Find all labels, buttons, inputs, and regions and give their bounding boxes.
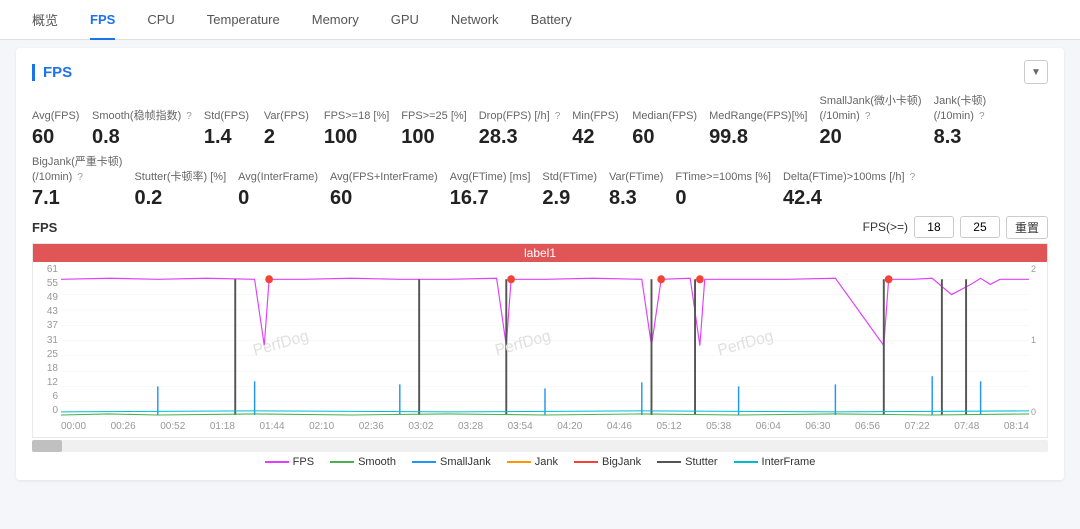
fps-input-18[interactable] [914, 216, 954, 238]
nav-item-gpu[interactable]: GPU [375, 0, 435, 40]
stats-row-1: Avg(FPS) 60 Smooth(稳帧指数) ? 0.8 Std(FPS) … [32, 94, 1048, 149]
main-content: FPS ▼ Avg(FPS) 60 Smooth(稳帧指数) ? 0.8 Std… [0, 40, 1080, 529]
nav-item-fps[interactable]: FPS [74, 0, 131, 40]
fps-reset-button[interactable]: 重置 [1006, 216, 1048, 239]
legend-stutter: Stutter [657, 456, 717, 468]
stat-avg-fps-interframe: Avg(FPS+InterFrame) 60 [330, 170, 450, 209]
legend-interframe: InterFrame [734, 456, 816, 468]
chart-legend: FPS Smooth SmallJank Jank BigJank [32, 456, 1048, 468]
nav-item-battery[interactable]: Battery [515, 0, 588, 40]
stat-std-ftime: Std(FTime) 2.9 [542, 170, 609, 209]
stat-min-fps: Min(FPS) 42 [572, 109, 632, 148]
chart-header: FPS FPS(>=) 重置 [32, 216, 1048, 239]
stat-ftime-100ms: FTime>=100ms [%] 0 [675, 170, 783, 209]
legend-fps-line [265, 461, 289, 463]
chart-title: FPS [32, 220, 57, 235]
stat-median-fps: Median(FPS) 60 [632, 109, 709, 148]
legend-smalljank-line [412, 461, 436, 463]
legend-interframe-line [734, 461, 758, 463]
legend-bigjank-line [574, 461, 598, 463]
stat-smooth: Smooth(稳帧指数) ? 0.8 [92, 109, 204, 148]
legend-fps: FPS [265, 456, 314, 468]
stat-jank: Jank(卡顿)(/10min) ? 8.3 [934, 94, 999, 149]
legend-smooth: Smooth [330, 456, 396, 468]
card-header: FPS ▼ [32, 60, 1048, 84]
stat-avg-ftime: Avg(FTime) [ms] 16.7 [450, 170, 543, 209]
chart-container: label1 61 55 49 43 37 31 25 18 12 6 0 [32, 243, 1048, 438]
y-axis-left: 61 55 49 43 37 31 25 18 12 6 0 [33, 264, 61, 417]
fps-card-title: FPS [32, 64, 72, 81]
nav-item-network[interactable]: Network [435, 0, 515, 40]
stat-avg-fps: Avg(FPS) 60 [32, 109, 92, 148]
stat-fps-18: FPS>=18 [%] 100 [324, 109, 401, 148]
svg-text:PerfDog: PerfDog [716, 327, 775, 359]
stat-drop-fps: Drop(FPS) [/h] ? 28.3 [479, 109, 573, 148]
stat-smalljank: SmallJank(微小卡顿)(/10min) ? 20 [820, 94, 934, 149]
stat-var-fps: Var(FPS) 2 [264, 109, 324, 148]
legend-smalljank: SmallJank [412, 456, 491, 468]
nav-item-cpu[interactable]: CPU [131, 0, 190, 40]
fps-input-25[interactable] [960, 216, 1000, 238]
chart-section: FPS FPS(>=) 重置 label1 61 55 49 [32, 216, 1048, 468]
fps-controls: FPS(>=) 重置 [863, 216, 1048, 239]
legend-bigjank: BigJank [574, 456, 641, 468]
legend-jank: Jank [507, 456, 558, 468]
nav-item-temperature[interactable]: Temperature [191, 0, 296, 40]
stat-var-ftime: Var(FTime) 8.3 [609, 170, 675, 209]
stat-fps-25: FPS>=25 [%] 100 [401, 109, 478, 148]
stat-stutter: Stutter(卡顿率) [%] 0.2 [134, 170, 238, 209]
stat-bigjank: BigJank(严重卡顿)(/10min) ? 7.1 [32, 155, 134, 210]
stat-std-fps: Std(FPS) 1.4 [204, 109, 264, 148]
y-axis-right: 2 1 0 [1029, 264, 1047, 417]
stat-avg-interframe: Avg(InterFrame) 0 [238, 170, 330, 209]
scrollbar-thumb[interactable] [32, 440, 62, 452]
fps-ge-label: FPS(>=) [863, 220, 908, 234]
legend-jank-line [507, 461, 531, 463]
nav-item-overview[interactable]: 概览 [16, 0, 74, 40]
svg-text:PerfDog: PerfDog [251, 327, 310, 359]
top-navigation: 概览FPSCPUTemperatureMemoryGPUNetworkBatte… [0, 0, 1080, 40]
nav-item-memory[interactable]: Memory [296, 0, 375, 40]
label-bar: label1 [33, 244, 1047, 262]
collapse-button[interactable]: ▼ [1024, 60, 1048, 84]
legend-smooth-line [330, 461, 354, 463]
legend-stutter-line [657, 461, 681, 463]
stats-row-2: BigJank(严重卡顿)(/10min) ? 7.1 Stutter(卡顿率)… [32, 155, 1048, 210]
x-axis: 00:00 00:26 00:52 01:18 01:44 02:10 02:3… [61, 417, 1029, 437]
chart-svg: PerfDog PerfDog PerfDog Jank [61, 264, 1029, 417]
stat-delta-ftime: Delta(FTime)>100ms [/h] ? 42.4 [783, 170, 927, 209]
scrollbar[interactable] [32, 440, 1048, 452]
fps-card: FPS ▼ Avg(FPS) 60 Smooth(稳帧指数) ? 0.8 Std… [16, 48, 1064, 480]
svg-text:PerfDog: PerfDog [493, 327, 552, 359]
stat-medrange-fps: MedRange(FPS)[%] 99.8 [709, 109, 819, 148]
